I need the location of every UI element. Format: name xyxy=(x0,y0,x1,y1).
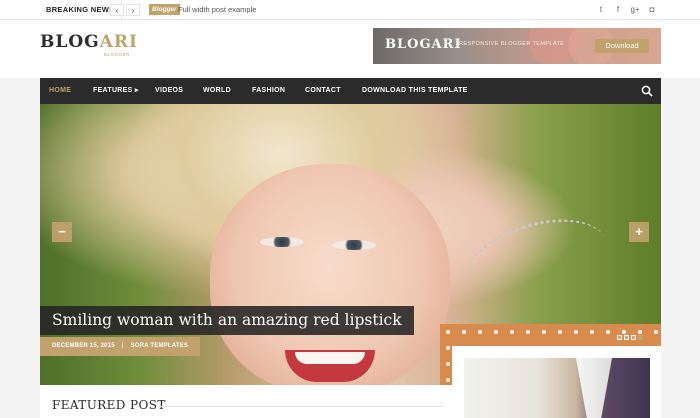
slider-dot[interactable] xyxy=(631,335,636,340)
hero-image-eye xyxy=(260,237,304,247)
slider-dot-active[interactable] xyxy=(638,335,643,340)
breaking-tag[interactable]: Blogger xyxy=(149,4,180,15)
top-bar: BREAKING NEWS ‹ › Blogger Full width pos… xyxy=(0,0,700,20)
google-plus-icon[interactable]: g+ xyxy=(628,3,642,17)
banner-text: RESPONSIVE BLOGGER TEMPLATE xyxy=(459,41,565,47)
twitter-icon[interactable]: t xyxy=(594,3,608,17)
instagram-icon[interactable]: ◘ xyxy=(645,3,659,17)
breaking-headline-link[interactable]: Full width post example xyxy=(178,0,256,20)
page: BREAKING NEWS ‹ › Blogger Full width pos… xyxy=(0,0,700,418)
nav-item-home[interactable]: HOME xyxy=(49,78,71,104)
nav-item-contact[interactable]: CONTACT xyxy=(305,78,341,104)
header-ad-banner[interactable]: BLOGARI RESPONSIVE BLOGGER TEMPLATE Down… xyxy=(373,28,661,64)
post-date: DECEMBER 15, 2015 xyxy=(52,343,115,349)
hero-image-teeth xyxy=(295,352,365,364)
nav-item-fashion[interactable]: FASHION xyxy=(252,78,285,104)
site-logo[interactable]: BLOGARI xyxy=(40,32,138,52)
slider-prev-button[interactable]: − xyxy=(52,222,72,242)
hero-post-title[interactable]: Smiling woman with an amazing red lipsti… xyxy=(40,306,414,335)
slider-dot[interactable] xyxy=(617,335,622,340)
thumbnail-detail xyxy=(576,358,612,418)
breaking-next-button[interactable]: › xyxy=(126,4,140,16)
search-icon[interactable] xyxy=(641,85,653,97)
hero-post-meta: DECEMBER 15, 2015 | SORA TEMPLATES xyxy=(40,337,200,356)
nav-item-features[interactable]: FEATURES ▸ xyxy=(93,78,139,104)
post-author[interactable]: SORA TEMPLATES xyxy=(131,343,188,349)
featured-post-heading: FEATURED POST xyxy=(52,398,166,412)
facebook-icon[interactable]: f xyxy=(611,3,625,17)
logo-text-part2: ARI xyxy=(99,32,138,52)
logo-text-part1: BLOG xyxy=(40,32,100,52)
main-nav: HOME FEATURES ▸ VIDEOS WORLD FASHION CON… xyxy=(40,78,661,104)
banner-logo: BLOGARI xyxy=(385,37,462,52)
heading-divider xyxy=(158,406,444,407)
slider-next-button[interactable]: + xyxy=(629,222,649,242)
slider-dot[interactable] xyxy=(624,335,629,340)
sidebar-post-thumbnail[interactable] xyxy=(464,358,650,418)
logo-tagline: BLOGGER xyxy=(104,52,130,57)
nav-item-download-template[interactable]: DOWNLOAD THIS TEMPLATE xyxy=(362,78,468,104)
hero-image-eye xyxy=(332,240,376,250)
breaking-prev-button[interactable]: ‹ xyxy=(110,4,124,16)
hero-image-bracelet xyxy=(451,202,619,326)
site-header: BLOGARI BLOGGER BLOGARI RESPONSIVE BLOGG… xyxy=(0,20,700,78)
slider-pagination xyxy=(617,327,645,340)
meta-separator: | xyxy=(121,343,124,349)
banner-download-button[interactable]: Download xyxy=(595,39,649,53)
nav-item-world[interactable]: WORLD xyxy=(203,78,231,104)
nav-item-videos[interactable]: VIDEOS xyxy=(155,78,183,104)
